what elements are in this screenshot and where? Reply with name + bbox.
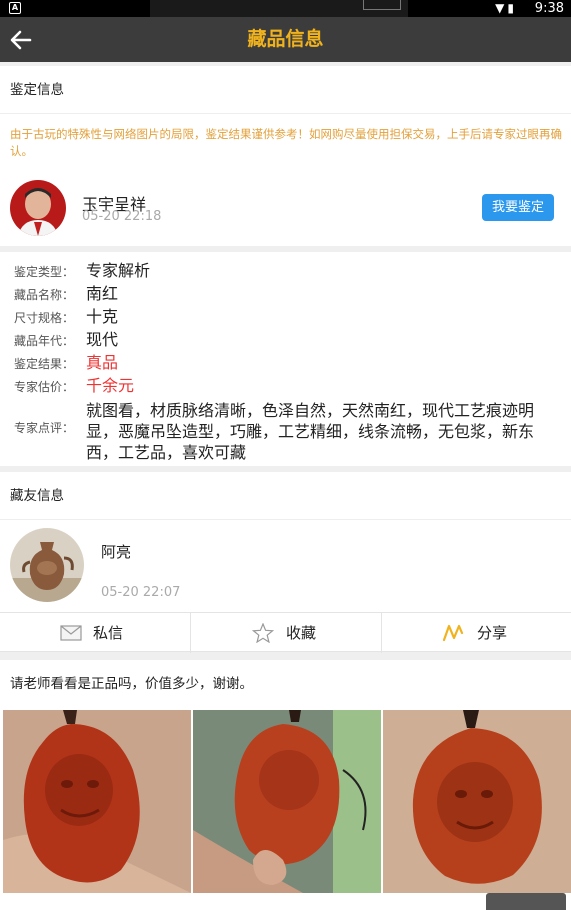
detail-row: 藏品名称： 南红: [14, 284, 119, 303]
page-title: 藏品信息: [247, 28, 324, 50]
camera-notch: [150, 0, 408, 17]
status-bar: A ▼▮ 9:38: [0, 0, 571, 17]
favorite-button[interactable]: 收藏: [190, 613, 380, 653]
title-bar: 藏品信息: [0, 17, 571, 62]
status-time: 9:38: [534, 1, 564, 16]
collection-photo[interactable]: [3, 710, 191, 893]
detail-row: 专家估价： 千余元: [14, 376, 135, 395]
mail-icon: [60, 625, 82, 641]
expert-avatar[interactable]: [10, 180, 66, 236]
owner-name[interactable]: 阿亮: [101, 541, 131, 562]
scroll-top-button[interactable]: [486, 893, 566, 910]
detail-row: 鉴定结果： 真品: [14, 353, 119, 372]
share-icon: [442, 624, 464, 642]
collection-photo[interactable]: [383, 710, 571, 893]
expert-timestamp: 05-20 22:18: [82, 209, 162, 224]
disclaimer-notice: 由于古玩的特殊性与网络图片的局限，鉴定结果谨供参考！如网购尽量使用担保交易，上手…: [10, 127, 562, 158]
estimated-price: 千余元: [86, 376, 135, 395]
wifi-battery-icon: ▼▮: [495, 1, 517, 15]
share-button[interactable]: 分享: [381, 613, 571, 653]
appraisal-section-title: 鉴定信息: [0, 66, 571, 114]
star-icon: [252, 623, 274, 643]
appraisal-result: 真品: [86, 353, 119, 372]
question-text: 请老师看看是正品吗，价值多少，谢谢。: [10, 676, 253, 692]
owner-section-title: 藏友信息: [0, 472, 571, 520]
appraisal-details: 鉴定类型： 专家解析 藏品名称： 南红 尺寸规格： 十克 藏品年代： 现代 鉴定结果：真…: [0, 252, 571, 466]
request-appraisal-button[interactable]: 我要鉴定: [482, 194, 554, 221]
owner-section: 藏友信息: [0, 472, 571, 612]
owner-timestamp: 05-20 22:07: [101, 585, 181, 600]
comment-label: 专家点评：: [14, 421, 75, 435]
detail-row: 鉴定类型： 专家解析: [14, 261, 151, 280]
detail-row: 尺寸规格： 十克: [14, 307, 119, 326]
collection-photo[interactable]: [193, 710, 381, 893]
owner-avatar[interactable]: [10, 528, 84, 602]
notification-icon: A: [9, 2, 21, 14]
message-button[interactable]: 私信: [0, 613, 190, 653]
action-bar: 私信 收藏 分享: [0, 612, 571, 653]
detail-row: 藏品年代： 现代: [14, 330, 119, 349]
expert-comment: 就图看，材质脉络清晰，色泽自然，天然南红，现代工艺痕迹明显，恶魔吊坠造型，巧雕，…: [86, 401, 535, 462]
photo-gallery: [0, 710, 571, 910]
owner-question: 请老师看看是正品吗，价值多少，谢谢。: [0, 660, 571, 710]
